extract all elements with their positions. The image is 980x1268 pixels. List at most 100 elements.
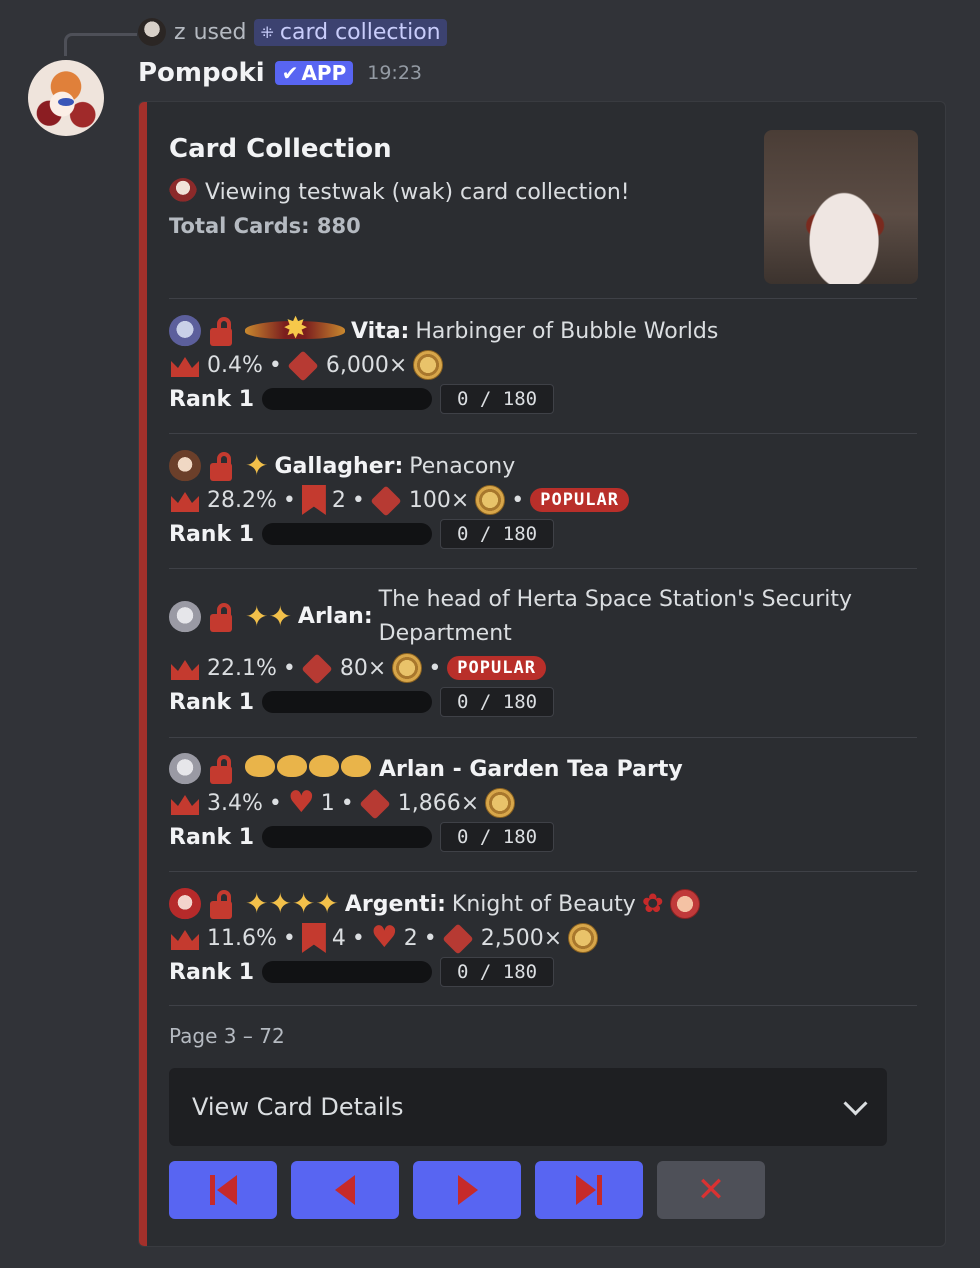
divider	[169, 871, 917, 872]
message-timestamp[interactable]: 19:23	[367, 62, 422, 84]
unlocked-icon	[207, 450, 239, 482]
argenti-emblem-icon	[669, 889, 700, 919]
price-tag-icon	[302, 652, 334, 684]
slash-command-icon: ⁜	[260, 22, 274, 42]
view-card-details-select[interactable]: View Card Details	[169, 1068, 887, 1146]
previous-page-button[interactable]	[291, 1161, 399, 1219]
separator: •	[423, 925, 437, 951]
rank-progress-text: 0 / 180	[440, 687, 555, 717]
unlocked-icon	[207, 601, 239, 633]
separator: •	[351, 487, 365, 513]
coin-icon	[475, 485, 506, 515]
coin-icon	[485, 788, 516, 818]
heart-icon: ♥	[370, 920, 398, 955]
unlocked-icon	[207, 753, 239, 785]
price-tag-icon	[360, 787, 392, 819]
card-entry: Vita: Harbinger of Bubble Worlds 0.4% • …	[169, 311, 919, 416]
card-subtitle: Knight of Beauty	[451, 891, 636, 917]
reply-action: used	[193, 19, 247, 45]
card-name: Vita:	[351, 318, 410, 344]
card-name: Arlan - Garden Tea Party	[379, 756, 683, 782]
user-avatar[interactable]	[138, 18, 166, 46]
command-mention[interactable]: ⁜ card collection	[254, 18, 447, 46]
card-entry: ✦✦✦✦ Argenti: Knight of Beauty ✿ 11.6% •…	[169, 887, 919, 989]
close-button[interactable]: ✕	[657, 1161, 765, 1219]
card-subtitle: Penacony	[409, 453, 516, 479]
unlocked-icon	[207, 315, 239, 347]
card-name: Arlan:	[297, 604, 373, 629]
rank-progress-text: 0 / 180	[440, 384, 555, 414]
card-entry: ✦✦ Arlan: The head of Herta Space Statio…	[169, 583, 919, 719]
first-page-icon	[208, 1175, 238, 1205]
separator: •	[282, 655, 296, 681]
rank-progress-text: 0 / 180	[440, 822, 555, 852]
crown-icon	[169, 924, 201, 952]
separator: •	[340, 790, 354, 816]
close-icon: ✕	[696, 1170, 726, 1210]
separator: •	[268, 790, 282, 816]
popular-badge: POPULAR	[447, 656, 546, 680]
winged-star-rarity-icon	[245, 311, 345, 347]
reply-context[interactable]: z used ⁜ card collection	[138, 18, 447, 46]
pagination-buttons: ✕	[169, 1161, 765, 1219]
embed-card: Card Collection Viewing testwak (wak) ca…	[138, 101, 946, 1247]
unlocked-icon	[207, 888, 239, 920]
embed-description: Viewing testwak (wak) card collection!	[169, 178, 630, 206]
card-price: 80×	[339, 655, 387, 681]
separator: •	[282, 487, 296, 513]
card-percent: 22.1%	[207, 655, 277, 681]
chevron-down-icon	[843, 1090, 868, 1116]
message-header: Pompoki ✔ APP 19:23	[138, 58, 422, 88]
embed-title: Card Collection	[169, 134, 392, 164]
rank-progress-text: 0 / 180	[440, 957, 555, 987]
price-tag-icon	[443, 922, 475, 954]
heart-icon: ♥	[287, 785, 315, 820]
rank-progress-bar	[262, 691, 433, 713]
price-tag-icon	[371, 484, 403, 516]
card-bookmarks: 2	[331, 487, 346, 513]
embed-thumbnail[interactable]	[764, 130, 918, 284]
card-subtitle: Harbinger of Bubble Worlds	[415, 318, 719, 344]
previous-page-icon	[330, 1175, 360, 1205]
last-page-button[interactable]	[535, 1161, 643, 1219]
card-entry: Arlan - Garden Tea Party 3.4% • ♥ 1 • 1,…	[169, 752, 919, 854]
divider	[169, 568, 917, 569]
bot-avatar[interactable]	[28, 60, 104, 136]
separator: •	[268, 352, 282, 378]
rank-progress-bar	[262, 523, 433, 545]
rank-label: Rank 1	[169, 959, 255, 985]
first-page-button[interactable]	[169, 1161, 277, 1219]
rank-progress-bar	[262, 388, 433, 410]
app-badge-label: APP	[301, 61, 347, 85]
user-emoji-icon	[169, 178, 197, 206]
argenti-avatar-icon	[169, 888, 201, 920]
next-page-button[interactable]	[413, 1161, 521, 1219]
crown-icon	[169, 351, 201, 379]
reply-username[interactable]: z	[174, 20, 186, 45]
rank-progress-text: 0 / 180	[440, 519, 555, 549]
card-price: 2,500×	[480, 925, 563, 951]
app-badge: ✔ APP	[274, 61, 354, 85]
separator: •	[428, 655, 442, 681]
rank-label: Rank 1	[169, 824, 255, 850]
rank-progress-bar	[262, 826, 433, 848]
verified-check-icon: ✔	[281, 61, 299, 85]
next-page-icon	[452, 1175, 482, 1205]
card-price: 6,000×	[325, 352, 408, 378]
coin-icon	[392, 653, 423, 683]
card-percent: 3.4%	[207, 790, 263, 816]
divider	[169, 433, 917, 434]
embed-accent-bar	[139, 102, 147, 1246]
reply-connector	[64, 33, 137, 56]
separator: •	[351, 925, 365, 951]
card-percent: 0.4%	[207, 352, 263, 378]
bot-name[interactable]: Pompoki	[138, 58, 265, 88]
card-name: Argenti:	[344, 891, 446, 917]
last-page-icon	[574, 1175, 604, 1205]
separator: •	[511, 487, 525, 513]
rose-icon: ✿	[641, 889, 664, 919]
total-cards: Total Cards: 880	[169, 214, 361, 238]
card-hearts: 2	[403, 925, 418, 951]
star-icon: ✦✦✦✦	[245, 887, 339, 920]
separator: •	[282, 925, 296, 951]
